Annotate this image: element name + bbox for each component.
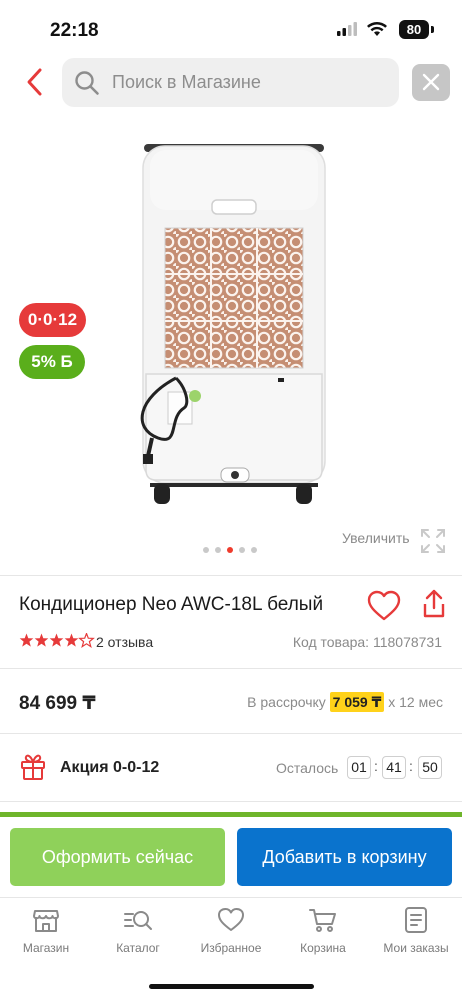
search-icon [75, 71, 99, 95]
tab-store[interactable]: Магазин [0, 906, 92, 955]
tab-label: Мои заказы [383, 941, 449, 955]
installment-badge: 0·0·12 [19, 303, 86, 337]
accent-line [0, 812, 462, 817]
favorite-button[interactable] [367, 590, 401, 622]
product-price: 84 699 ₸ [19, 693, 96, 714]
gift-icon [21, 754, 45, 780]
search-bar[interactable] [62, 58, 399, 107]
rating-stars [19, 631, 95, 649]
expand-icon[interactable] [420, 528, 446, 554]
timer-separator: : [409, 758, 413, 774]
gallery-dot[interactable] [239, 547, 245, 553]
status-bar: 22:18 80 [0, 0, 462, 54]
battery-tip [431, 26, 434, 33]
tab-label: Каталог [116, 941, 160, 955]
timer-hours: 01 [347, 756, 371, 779]
tab-label: Магазин [22, 941, 70, 955]
gallery-pagination [203, 547, 263, 555]
remaining-label: Осталось [276, 760, 339, 776]
gallery-dot[interactable] [251, 547, 257, 553]
gallery-dot[interactable] [203, 547, 209, 553]
share-icon [423, 589, 445, 618]
tab-favorites[interactable]: Избранное [185, 906, 277, 955]
gallery-dot-active[interactable] [227, 547, 233, 553]
battery-level: 80 [399, 20, 429, 39]
orders-icon [405, 907, 427, 933]
divider [0, 733, 462, 734]
installment-suffix: х 12 мес [388, 694, 443, 710]
timer-separator: : [374, 758, 378, 774]
back-button[interactable] [22, 66, 52, 98]
close-button[interactable] [412, 64, 450, 101]
tab-catalog[interactable]: Каталог [92, 906, 184, 955]
zoom-label[interactable]: Увеличить [342, 530, 410, 546]
chevron-left-icon [27, 68, 42, 96]
reviews-link[interactable]: 2 отзыва [96, 634, 153, 650]
share-button[interactable] [421, 588, 447, 620]
cellular-signal-icon [337, 22, 357, 36]
status-time: 22:18 [50, 20, 99, 41]
divider [0, 801, 462, 802]
tab-label: Корзина [300, 941, 346, 955]
tab-label: Избранное [200, 941, 262, 955]
timer-minutes: 41 [382, 756, 406, 779]
installment-info: В рассрочку 7 059 ₸ х 12 мес [247, 692, 443, 712]
wifi-icon [367, 22, 387, 36]
product-title: Кондиционер Neo AWC-18L белый [19, 594, 324, 615]
installment-amount: 7 059 ₸ [329, 692, 385, 712]
store-icon [33, 910, 59, 932]
gallery-dot[interactable] [215, 547, 221, 553]
search-input[interactable] [112, 58, 392, 107]
tab-orders[interactable]: Мои заказы [370, 906, 462, 955]
star-filled-icon [19, 631, 95, 648]
cart-icon [309, 909, 336, 932]
product-image[interactable] [128, 138, 338, 513]
promo-label: Акция 0-0-12 [60, 759, 160, 776]
installment-prefix: В рассрочку [247, 694, 326, 710]
catalog-search-icon [124, 911, 152, 930]
buy-now-button[interactable]: Оформить сейчас [10, 828, 225, 886]
timer-seconds: 50 [418, 756, 442, 779]
product-code: Код товара: 118078731 [292, 634, 442, 650]
add-to-cart-button[interactable]: Добавить в корзину [237, 828, 452, 886]
heart-icon [367, 590, 401, 621]
divider [0, 575, 462, 576]
bonus-badge: 5% Б [19, 345, 85, 379]
home-indicator [149, 984, 314, 989]
divider [0, 668, 462, 669]
heart-icon [218, 908, 244, 931]
tab-cart[interactable]: Корзина [277, 906, 369, 955]
close-icon [422, 73, 440, 91]
